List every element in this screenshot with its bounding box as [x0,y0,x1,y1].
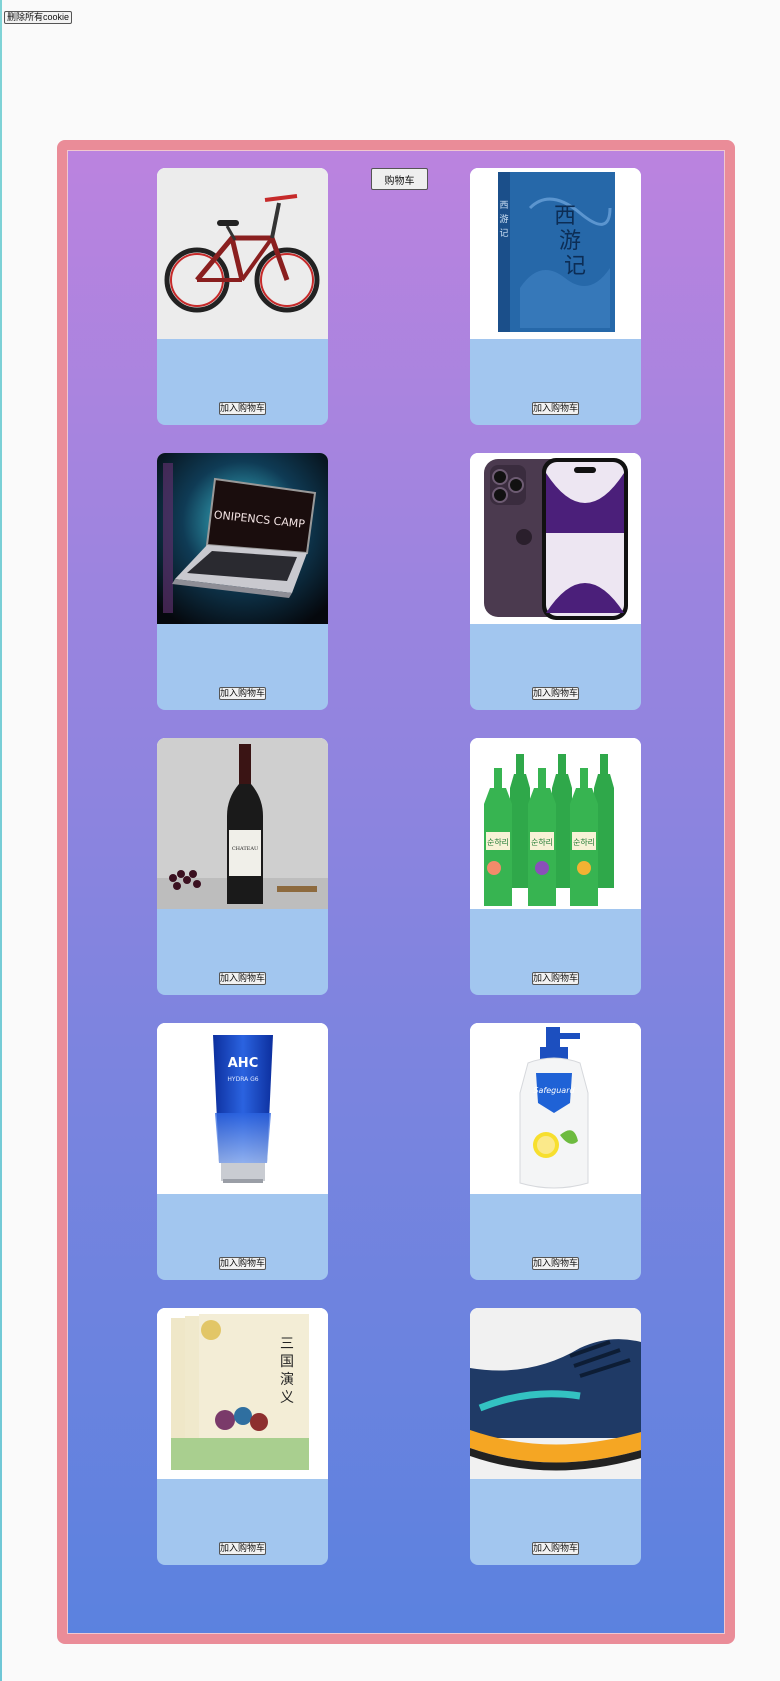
running-shoe-icon [470,1308,641,1479]
product-card-smartphone: 加入购物车 [470,453,641,710]
book-cover-icon: 三 国 演 义 [157,1308,328,1479]
add-to-cart-button[interactable]: 加入购物车 [219,687,266,700]
svg-text:순하리: 순하리 [487,837,509,847]
product-card-laptop: ONIPENCS CAMP 加入购物车 [157,453,328,710]
product-card-wine: CHATEAU 加入购物车 [157,738,328,995]
bodywash-bottle-icon: Safeguard [470,1023,641,1194]
soju-bottles-icon: 순하리 순하리 순하리 [470,738,641,909]
product-image-laptop[interactable]: ONIPENCS CAMP [157,453,328,624]
book-cover-icon: 西 游 记 西 游 记 [470,168,641,339]
product-image-shoe[interactable] [470,1308,641,1479]
product-image-book-xiyouji[interactable]: 西 游 记 西 游 记 [470,168,641,339]
svg-text:西: 西 [499,200,508,211]
product-card-soju: 순하리 순하리 순하리 加入购物车 [470,738,641,995]
svg-text:记: 记 [564,254,586,279]
product-image-soju[interactable]: 순하리 순하리 순하리 [470,738,641,909]
product-card-shoe: 加入购物车 [470,1308,641,1565]
add-to-cart-button[interactable]: 加入购物车 [532,972,579,985]
laptop-icon: ONIPENCS CAMP [157,453,328,624]
svg-text:순하리: 순하리 [531,837,553,847]
svg-text:CHATEAU: CHATEAU [232,846,258,852]
svg-text:义: 义 [280,1390,294,1406]
svg-text:游: 游 [499,213,508,225]
svg-text:西: 西 [554,204,576,229]
cleanser-tube-icon: AHC HYDRA G6 [157,1023,328,1194]
add-to-cart-button[interactable]: 加入购物车 [532,1542,579,1555]
product-image-bicycle[interactable] [157,168,328,339]
product-card-book-sanguo: 三 国 演 义 加入购物车 [157,1308,328,1565]
product-card-ahc: AHC HYDRA G6 加入购物车 [157,1023,328,1280]
product-image-ahc[interactable]: AHC HYDRA G6 [157,1023,328,1194]
add-to-cart-button[interactable]: 加入购物车 [219,972,266,985]
page-left-edge [0,0,2,1681]
svg-text:演: 演 [280,1372,294,1388]
product-card-book-xiyouji: 西 游 记 西 游 记 加入购物车 [470,168,641,425]
svg-text:Safeguard: Safeguard [533,1086,575,1095]
svg-text:三: 三 [280,1336,294,1352]
add-to-cart-button[interactable]: 加入购物车 [532,402,579,415]
add-to-cart-button[interactable]: 加入购物车 [532,1257,579,1270]
product-card-bodywash: Safeguard 加入购物车 [470,1023,641,1280]
svg-text:순하리: 순하리 [573,837,595,847]
cart-button[interactable]: 购物车 [371,168,428,190]
bicycle-icon [157,168,328,339]
product-card-bicycle: 加入购物车 [157,168,328,425]
add-to-cart-button[interactable]: 加入购物车 [219,402,266,415]
svg-text:HYDRA G6: HYDRA G6 [227,1076,258,1083]
add-to-cart-button[interactable]: 加入购物车 [532,687,579,700]
svg-text:AHC: AHC [228,1056,258,1071]
add-to-cart-button[interactable]: 加入购物车 [219,1542,266,1555]
smartphone-icon [470,453,641,624]
clear-cookies-button[interactable]: 删除所有cookie [4,11,73,24]
product-image-book-sanguo[interactable]: 三 国 演 义 [157,1308,328,1479]
add-to-cart-button[interactable]: 加入购物车 [219,1257,266,1270]
product-image-bodywash[interactable]: Safeguard [470,1023,641,1194]
svg-text:游: 游 [559,229,581,254]
svg-text:国: 国 [280,1354,294,1370]
wine-bottle-icon: CHATEAU [157,738,328,909]
product-image-smartphone[interactable] [470,453,641,624]
product-image-wine[interactable]: CHATEAU [157,738,328,909]
svg-text:记: 记 [499,228,508,239]
